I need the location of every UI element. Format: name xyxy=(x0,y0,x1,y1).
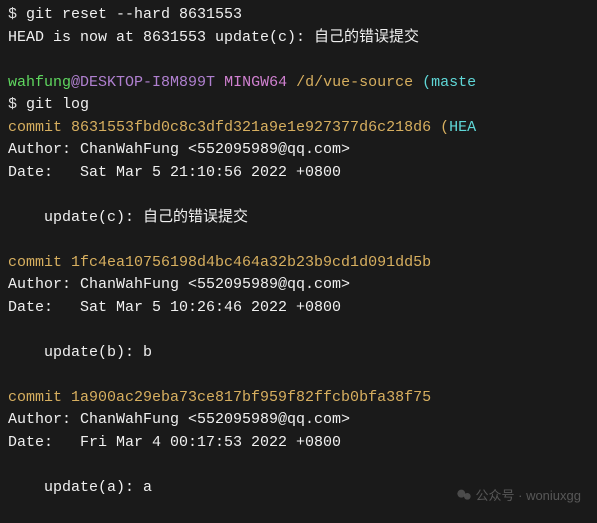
command-line-reset: $ git reset --hard 8631553 xyxy=(8,4,589,27)
commit-hash: 8631553fbd0c8c3dfd321a9e1e927377d6c218d6 xyxy=(71,119,431,136)
commit-label: commit xyxy=(8,254,71,271)
prompt-user: wahfung xyxy=(8,74,71,91)
prompt-space xyxy=(215,74,224,91)
prompt-mingw: MINGW64 xyxy=(224,74,287,91)
commit-hash: 1fc4ea10756198d4bc464a32b23b9cd1d091dd5b xyxy=(71,254,431,271)
prompt-path: /d/vue-source xyxy=(296,74,413,91)
commit-line-3: commit 1a900ac29eba73ce817bf959f82ffcb0b… xyxy=(8,387,589,410)
command-text: git log xyxy=(26,96,89,113)
commit-paren: ( xyxy=(431,119,449,136)
date-line-2: Date: Sat Mar 5 10:26:46 2022 +0800 xyxy=(8,297,589,320)
prompt-space2 xyxy=(287,74,296,91)
wechat-icon xyxy=(456,487,472,503)
blank-line xyxy=(8,184,589,207)
blank-line xyxy=(8,364,589,387)
prompt-space3 xyxy=(413,74,422,91)
author-line-2: Author: ChanWahFung <552095989@qq.com> xyxy=(8,274,589,297)
commit-label: commit xyxy=(8,389,71,406)
commit-msg-2: update(b): b xyxy=(8,342,589,365)
watermark: 公众号 · woniuxgg xyxy=(456,486,581,506)
prompt-host: DESKTOP-I8M899T xyxy=(80,74,215,91)
command-line-log: $ git log xyxy=(8,94,589,117)
prompt-branch: (maste xyxy=(422,74,476,91)
commit-line-2: commit 1fc4ea10756198d4bc464a32b23b9cd1d… xyxy=(8,252,589,275)
commit-label: commit xyxy=(8,119,71,136)
watermark-text: 公众号 · woniuxgg xyxy=(476,486,581,506)
commit-msg-1: update(c): 自己的错误提交 xyxy=(8,207,589,230)
head-ref: HEA xyxy=(449,119,476,136)
prompt-dollar: $ xyxy=(8,6,26,23)
shell-prompt: wahfung@DESKTOP-I8M899T MINGW64 /d/vue-s… xyxy=(8,72,589,95)
blank-line xyxy=(8,454,589,477)
reset-output: HEAD is now at 8631553 update(c): 自己的错误提… xyxy=(8,27,589,50)
commit-line-1: commit 8631553fbd0c8c3dfd321a9e1e927377d… xyxy=(8,117,589,140)
prompt-dollar: $ xyxy=(8,96,26,113)
blank-line xyxy=(8,319,589,342)
blank-line xyxy=(8,49,589,72)
date-line-1: Date: Sat Mar 5 21:10:56 2022 +0800 xyxy=(8,162,589,185)
blank-line xyxy=(8,229,589,252)
author-line-1: Author: ChanWahFung <552095989@qq.com> xyxy=(8,139,589,162)
commit-hash: 1a900ac29eba73ce817bf959f82ffcb0bfa38f75 xyxy=(71,389,431,406)
author-line-3: Author: ChanWahFung <552095989@qq.com> xyxy=(8,409,589,432)
date-line-3: Date: Fri Mar 4 00:17:53 2022 +0800 xyxy=(8,432,589,455)
prompt-at: @ xyxy=(71,74,80,91)
command-text: git reset --hard 8631553 xyxy=(26,6,242,23)
